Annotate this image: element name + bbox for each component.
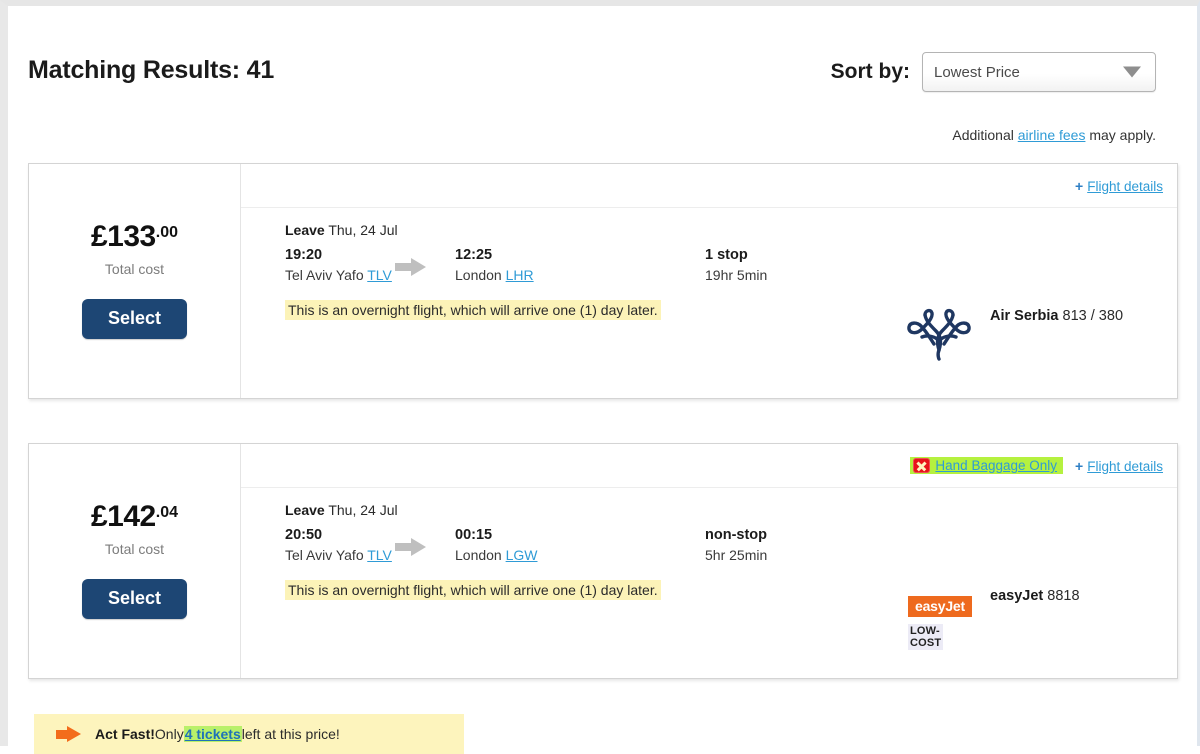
total-price: £133.00 — [29, 222, 240, 252]
act-fast-heading: Act Fast! — [95, 726, 155, 742]
leave-date: Thu, 24 Jul — [328, 502, 397, 518]
departure-time: 20:50 — [285, 526, 392, 546]
stops-block: non-stop 5hr 25min — [705, 526, 767, 564]
departure-city: Tel Aviv Yafo TLV — [285, 546, 392, 565]
overnight-flight-note: This is an overnight flight, which will … — [285, 300, 661, 320]
price-amount: £142 — [91, 500, 156, 533]
arrival-city: London LGW — [455, 546, 538, 565]
sort-control: Sort by: Lowest Price — [831, 52, 1156, 92]
chevron-down-icon — [1123, 67, 1141, 78]
flight-details-link[interactable]: Flight details — [1087, 179, 1163, 194]
airline-name-and-flight-number: Air Serbia 813 / 380 — [990, 308, 1123, 324]
total-price: £142.04 — [29, 502, 240, 532]
segment-row: 19:20 Tel Aviv Yafo TLV 12:25 London LHR — [285, 246, 1177, 288]
plus-icon: + — [1075, 458, 1083, 474]
sort-by-label: Sort by: — [831, 60, 910, 84]
price-cents: .00 — [156, 224, 178, 241]
act-fast-banner: Act Fast! Only 4 tickets left at this pr… — [34, 714, 464, 754]
results-page: Matching Results: 41 Sort by: Lowest Pri… — [8, 6, 1197, 746]
flight-numbers: 813 / 380 — [1063, 308, 1123, 324]
low-cost-label: LOW-COST — [908, 624, 943, 650]
departure-city: Tel Aviv Yafo TLV — [285, 266, 392, 285]
departure-block: 20:50 Tel Aviv Yafo TLV — [285, 526, 392, 564]
fees-note-prefix: Additional — [952, 127, 1017, 143]
airline-name-and-flight-number: easyJet 8818 — [990, 588, 1080, 604]
plus-icon: + — [1075, 178, 1083, 194]
card-header-row: + Flight details — [241, 164, 1177, 207]
departure-city-name: Tel Aviv Yafo — [285, 267, 364, 283]
arrival-time: 00:15 — [455, 526, 538, 546]
select-button[interactable]: Select — [82, 579, 187, 619]
overnight-flight-note: This is an overnight flight, which will … — [285, 580, 661, 600]
select-button[interactable]: Select — [82, 299, 187, 339]
flight-details-toggle[interactable]: + Flight details — [1075, 178, 1163, 194]
airline-name: easyJet — [990, 588, 1043, 604]
flight-details-link[interactable]: Flight details — [1087, 459, 1163, 474]
leave-line: Leave Thu, 24 Jul — [285, 502, 1177, 518]
no-checked-baggage-icon — [913, 458, 930, 473]
price-column: £142.04 Total cost Select — [29, 444, 240, 678]
act-fast-text-1: Only — [155, 726, 184, 742]
leave-line: Leave Thu, 24 Jul — [285, 222, 1177, 238]
stops-count: 1 stop — [705, 246, 767, 266]
stops-count: non-stop — [705, 526, 767, 546]
departure-airport-code[interactable]: TLV — [367, 267, 392, 283]
flight-result-card[interactable]: £133.00 Total cost Select + Flight detai… — [28, 163, 1178, 399]
card-header-row: Hand Baggage Only + Flight details — [241, 444, 1177, 487]
arrival-city-name: London — [455, 547, 502, 563]
page-frame: Matching Results: 41 Sort by: Lowest Pri… — [0, 0, 1200, 746]
flight-direction-arrow-icon — [395, 258, 429, 275]
departure-city-name: Tel Aviv Yafo — [285, 547, 364, 563]
flight-duration: 19hr 5min — [705, 266, 767, 285]
flight-duration: 5hr 25min — [705, 546, 767, 565]
arrival-time: 12:25 — [455, 246, 534, 266]
tickets-left-link[interactable]: 4 tickets — [184, 726, 242, 742]
results-header: Matching Results: 41 Sort by: Lowest Pri… — [28, 52, 1178, 108]
price-cents: .04 — [156, 504, 178, 521]
departure-airport-code[interactable]: TLV — [367, 547, 392, 563]
orange-arrow-icon — [56, 726, 82, 743]
segment-row: 20:50 Tel Aviv Yafo TLV 00:15 London LGW — [285, 526, 1177, 568]
price-column: £133.00 Total cost Select — [29, 164, 240, 398]
leave-label: Leave — [285, 502, 325, 518]
itinerary: Leave Thu, 24 Jul 19:20 Tel Aviv Yafo TL… — [241, 208, 1177, 398]
arrival-airport-code[interactable]: LGW — [506, 547, 538, 563]
leave-date: Thu, 24 Jul — [328, 222, 397, 238]
arrival-city-name: London — [455, 267, 502, 283]
flight-details-toggle[interactable]: + Flight details — [1075, 458, 1163, 474]
itinerary: Leave Thu, 24 Jul 20:50 Tel Aviv Yafo TL… — [241, 488, 1177, 678]
hand-baggage-only-link[interactable]: Hand Baggage Only — [935, 458, 1057, 473]
flight-direction-arrow-icon — [395, 538, 429, 555]
act-fast-text-2: left at this price! — [242, 726, 340, 742]
leave-label: Leave — [285, 222, 325, 238]
departure-time: 19:20 — [285, 246, 392, 266]
flight-numbers: 8818 — [1047, 588, 1079, 604]
airline-name: Air Serbia — [990, 308, 1059, 324]
total-cost-label: Total cost — [29, 261, 240, 277]
total-cost-label: Total cost — [29, 541, 240, 557]
fees-note-suffix: may apply. — [1085, 127, 1156, 143]
arrival-airport-code[interactable]: LHR — [506, 267, 534, 283]
easyjet-logo: easyJet — [908, 596, 972, 617]
air-serbia-knot-logo — [900, 304, 978, 362]
price-amount: £133 — [91, 220, 156, 253]
airline-fees-note: Additional airline fees may apply. — [952, 127, 1156, 143]
arrival-block: 12:25 London LHR — [455, 246, 534, 284]
sort-by-selected-value: Lowest Price — [923, 64, 1020, 81]
sort-by-dropdown[interactable]: Lowest Price — [922, 52, 1156, 92]
arrival-block: 00:15 London LGW — [455, 526, 538, 564]
stops-block: 1 stop 19hr 5min — [705, 246, 767, 284]
flight-result-card[interactable]: £142.04 Total cost Select Hand Baggage O… — [28, 443, 1178, 679]
page-title: Matching Results: 41 — [28, 56, 274, 85]
hand-baggage-only-badge[interactable]: Hand Baggage Only — [910, 457, 1063, 474]
airline-fees-link[interactable]: airline fees — [1018, 127, 1086, 143]
arrival-city: London LHR — [455, 266, 534, 285]
departure-block: 19:20 Tel Aviv Yafo TLV — [285, 246, 392, 284]
